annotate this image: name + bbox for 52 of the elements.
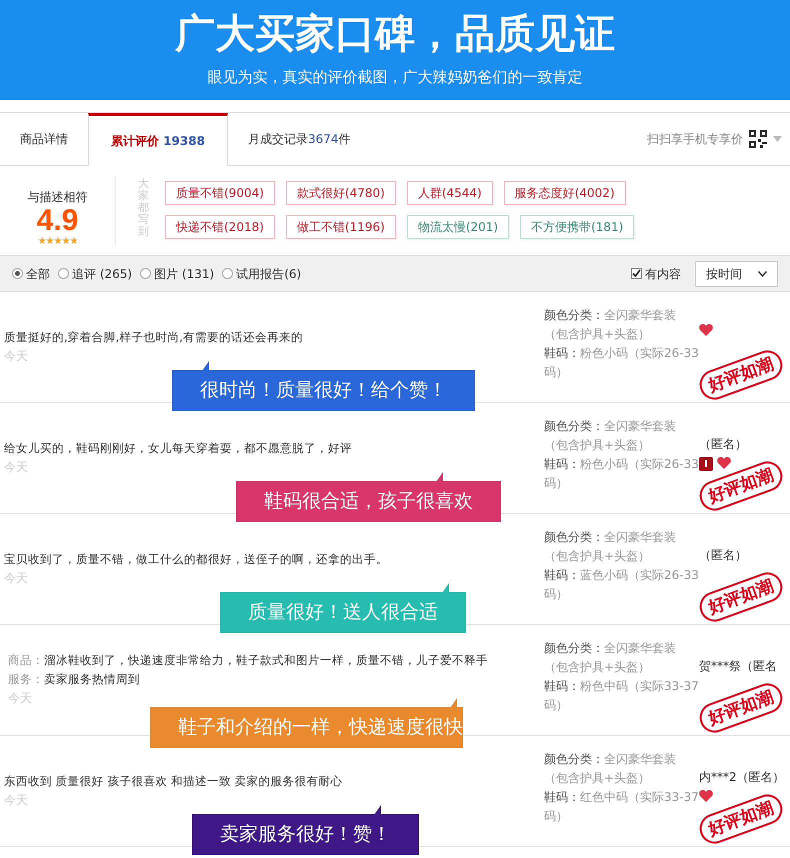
review-text: 宝贝收到了，质量不错，做工什么的都很好，送侄子的啊，还拿的出手。: [4, 551, 389, 568]
callout-pointer: [202, 361, 209, 371]
callout-banner: 很时尚！质量很好！给个赞！: [172, 370, 475, 410]
sku-color: 颜色分类：全闪豪华套装（包含护具+头盔）: [544, 418, 677, 454]
banner-title: 广大买家口碑，品质见证: [175, 10, 615, 59]
filter-radio[interactable]: 试用报告(6): [222, 264, 302, 282]
callout-pointer: [450, 698, 457, 708]
review-tag[interactable]: 人群(4544): [406, 181, 493, 205]
review-text: 质量挺好的,穿着合脚,样子也时尚,有需要的话还会再来的: [4, 329, 304, 346]
content-checkbox[interactable]: 有内容: [631, 264, 681, 282]
banner-subtitle: 眼见为实，真实的评价截图，广大辣妈奶爸们的一致肯定: [208, 67, 582, 88]
checkmark-icon: [632, 269, 641, 278]
filter-radio[interactable]: 追评 (265): [58, 264, 132, 282]
star-rating: ★★★★★: [38, 236, 78, 248]
mobile-price-link[interactable]: 扫扫享手机专享价: [647, 130, 743, 148]
review-tag[interactable]: 快递不错(2018): [165, 215, 275, 239]
review-text: 商品：溜冰鞋收到了，快递速度非常给力，鞋子款式和图片一样，质量不错，儿子爱不释手: [7, 652, 489, 669]
review-tag[interactable]: 物流太慢(201): [406, 215, 510, 239]
reviewer-name: （匿名）: [699, 436, 747, 453]
reviewer-name: 贺***祭（匿名: [699, 658, 777, 675]
callout-banner: 鞋子和介绍的一样，快递速度很快: [150, 707, 463, 748]
reviewer-name: （匿名）: [699, 547, 747, 564]
chevron-down-icon: [758, 270, 767, 276]
tab[interactable]: 商品详情: [0, 113, 88, 165]
sort-select[interactable]: 按时间: [695, 260, 778, 286]
tab[interactable]: 累计评价 19388: [88, 113, 228, 166]
sku-color: 颜色分类：全闪豪华套装（包含护具+头盔）: [544, 640, 677, 676]
checkbox[interactable]: [631, 268, 642, 279]
sku-color: 颜色分类：全闪豪华套装（包含护具+头盔）: [544, 307, 677, 343]
callout-pointer: [374, 805, 381, 815]
review-tag[interactable]: 做工不错(1196): [286, 215, 396, 239]
review-text: 服务：卖家服务热情周到: [7, 671, 141, 688]
rating-score: 4.9: [36, 206, 78, 236]
callout-banner: 卖家服务很好！赞！: [192, 814, 419, 854]
callout-pointer: [442, 583, 449, 593]
qr-code-icon[interactable]: [749, 130, 767, 148]
callout-banner: 质量很好！送人很合适: [220, 592, 466, 632]
tab[interactable]: 月成交记录3674件: [228, 113, 370, 165]
review-text: 东西收到 质量很好 孩子很喜欢 和描述一致 卖家的服务很有耐心: [4, 773, 344, 790]
filter-radio[interactable]: 全部: [12, 264, 50, 282]
review-tag[interactable]: 款式很好(4780): [286, 181, 396, 205]
reviewer-name: 内***2（匿名）: [699, 769, 785, 786]
review-tag[interactable]: 质量不错(9004): [165, 181, 275, 205]
callout-banner: 鞋码很合适，孩子很喜欢: [236, 481, 501, 522]
rating-label: 与描述相符: [28, 189, 88, 206]
review-text: 给女儿买的，鞋码刚刚好，女儿每天穿着耍，都不愿意脱了，好评: [4, 440, 353, 457]
review-tag[interactable]: 服务态度好(4002): [504, 181, 626, 205]
filter-radio[interactable]: 图片 (131): [140, 264, 214, 282]
review-tag[interactable]: 不方便携带(181): [520, 215, 634, 239]
sku-color: 颜色分类：全闪豪华套装（包含护具+头盔）: [544, 529, 677, 565]
callout-pointer: [436, 472, 443, 482]
sku-color: 颜色分类：全闪豪华套装（包含护具+头盔）: [544, 751, 677, 787]
